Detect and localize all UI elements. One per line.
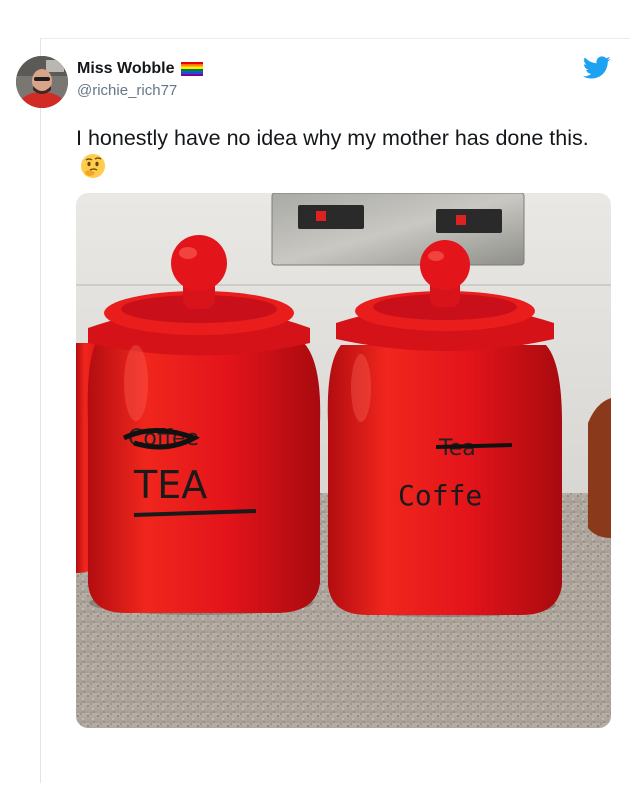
canister-photo: Coffee TEA Tea Coffe bbox=[76, 193, 611, 728]
tweet-text-content: I honestly have no idea why my mother ha… bbox=[76, 126, 589, 150]
user-handle[interactable]: @richie_rich77 bbox=[77, 82, 177, 99]
rainbow-flag-icon bbox=[180, 62, 203, 76]
twitter-bird-icon[interactable] bbox=[583, 56, 611, 80]
avatar-image bbox=[16, 56, 68, 108]
left-jar-label: TEA bbox=[133, 463, 207, 507]
tweet-photo[interactable]: Coffee TEA Tea Coffe bbox=[76, 193, 611, 728]
author-row: Miss Wobble bbox=[77, 58, 203, 80]
avatar[interactable] bbox=[16, 56, 68, 108]
right-jar-label: Coffe bbox=[398, 479, 482, 512]
display-name[interactable]: Miss Wobble bbox=[77, 60, 175, 78]
thinking-face-icon bbox=[81, 154, 105, 178]
tweet-text: I honestly have no idea why my mother ha… bbox=[76, 124, 616, 182]
